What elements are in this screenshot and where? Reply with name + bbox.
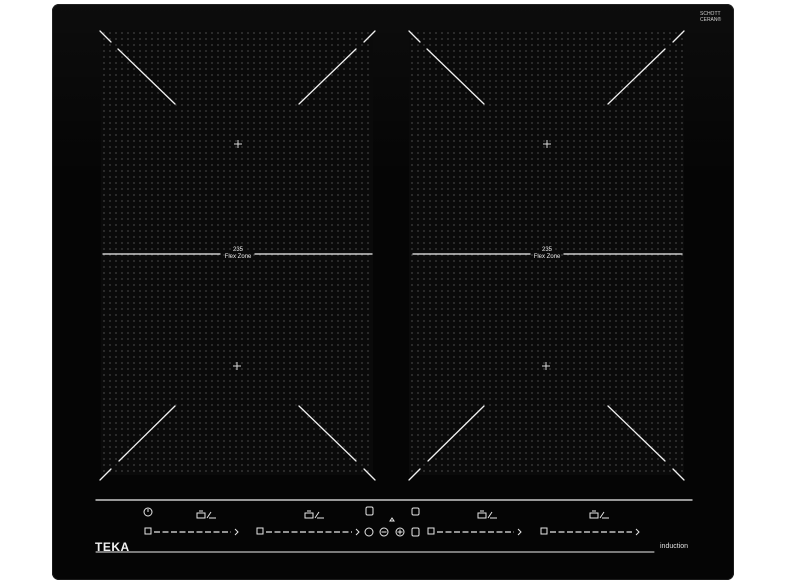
zone-name-left: Flex Zone xyxy=(224,254,252,260)
center-cross xyxy=(233,362,241,370)
pot-icon xyxy=(589,510,599,519)
corner-mark xyxy=(426,48,485,105)
pot-icon xyxy=(304,510,314,519)
stop-go-icon xyxy=(389,517,395,522)
pan-icon xyxy=(314,511,324,519)
pot-icon xyxy=(477,510,487,519)
center-cross xyxy=(542,362,550,370)
pan-icon xyxy=(599,511,609,519)
pan-icon xyxy=(487,511,497,519)
brand-logo: TEKA xyxy=(95,540,130,554)
corner-mark xyxy=(117,48,176,105)
induction-label: induction xyxy=(660,543,689,550)
center-cross xyxy=(543,140,551,148)
corner-mark xyxy=(298,48,357,105)
corner-mark xyxy=(607,48,666,105)
slider-end-icon xyxy=(635,528,640,536)
zone-select-icon xyxy=(427,527,435,535)
corner-mark xyxy=(672,468,685,481)
pan-icon xyxy=(206,511,216,519)
zone-label-left: 235 Flex Zone xyxy=(218,247,258,261)
corner-mark xyxy=(118,405,176,462)
zone-label-right: 235 Flex Zone xyxy=(527,247,567,261)
corner-mark xyxy=(363,468,376,481)
pause-icon xyxy=(411,527,420,537)
zone-select-icon xyxy=(144,527,152,535)
schott-ceran-badge: SCHOTT CERAN® xyxy=(700,11,721,23)
corner-mark xyxy=(427,405,485,462)
corner-mark xyxy=(363,30,376,43)
corner-mark xyxy=(408,468,421,481)
corner-mark xyxy=(672,30,685,43)
corner-mark xyxy=(408,30,421,43)
corner-mark xyxy=(99,468,112,481)
hob-markings xyxy=(95,30,693,553)
zone-select-icon xyxy=(540,527,548,535)
zone-name-right: Flex Zone xyxy=(533,254,561,260)
slider-end-icon xyxy=(355,528,360,536)
slider-end-icon xyxy=(234,528,239,536)
corner-mark xyxy=(99,30,112,43)
corner-mark xyxy=(298,405,357,462)
badge-line2: CERAN® xyxy=(700,17,722,23)
slider-end-icon xyxy=(517,528,522,536)
lock-icon xyxy=(365,506,374,516)
pot-icon xyxy=(196,510,206,519)
zone-size-left: 235 xyxy=(232,247,243,253)
timer-select-icon xyxy=(364,527,374,537)
corner-mark xyxy=(607,405,666,462)
timer-icon xyxy=(411,507,420,516)
zone-size-right: 235 xyxy=(541,247,552,253)
center-cross xyxy=(234,140,242,148)
zone-select-icon xyxy=(256,527,264,535)
